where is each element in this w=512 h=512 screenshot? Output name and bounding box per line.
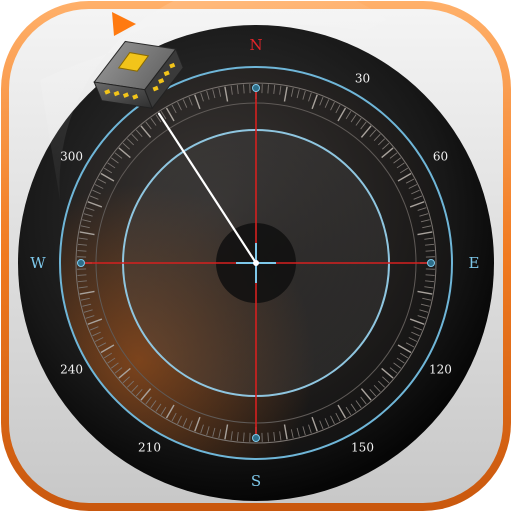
degree-label-30: 30 <box>355 72 370 86</box>
degree-label-240: 240 <box>60 363 83 377</box>
tick-mark <box>243 432 245 442</box>
tick-mark <box>267 432 269 442</box>
degree-label-120: 120 <box>429 363 452 377</box>
degree-label-150: 150 <box>351 440 374 454</box>
tick-mark <box>243 84 245 94</box>
tick-mark <box>425 250 435 252</box>
crosshair-end-dot <box>77 259 85 267</box>
crosshair-end-dot <box>427 259 435 267</box>
cardinal-label-e: E <box>469 254 480 272</box>
crosshair-end-dot <box>252 84 260 92</box>
tick-mark <box>425 274 435 276</box>
cardinal-label-n: N <box>249 36 262 54</box>
degree-label-300: 300 <box>60 150 83 164</box>
tick-mark <box>267 84 269 94</box>
degree-label-60: 60 <box>433 150 448 164</box>
tick-mark <box>77 250 87 252</box>
cardinal-label-w: W <box>30 254 46 272</box>
cardinal-label-s: S <box>251 472 261 490</box>
compass-app-icon: NESW3060120150210240300330 <box>1 0 511 511</box>
tick-mark <box>77 274 87 276</box>
degree-label-210: 210 <box>138 440 161 454</box>
crosshair-end-dot <box>252 434 260 442</box>
